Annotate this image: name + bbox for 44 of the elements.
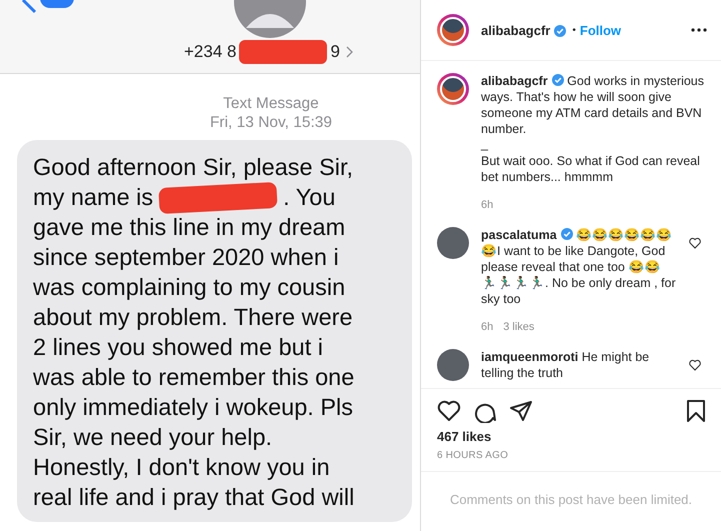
username-link[interactable]: alibabagcfr [481, 22, 550, 38]
message-text: Sir, we need your help. [33, 423, 272, 452]
commenter-avatar[interactable] [437, 227, 469, 259]
comment-text: pascalatuma 😂😂😂😂😂😂😂I want to be like Dangote, God please reveal that one too 😂😂 🏃🏾‍♂🏃🏾‍♂🏃🏾‍♂🏃🏾‍♂. No be only dream , for sky too [481, 227, 677, 307]
share-icon[interactable] [509, 399, 533, 423]
heart-icon[interactable] [437, 399, 461, 423]
message-timestamp: Fri, 13 Nov, 15:39 [210, 113, 332, 132]
message-text: since september 2020 when i [33, 243, 339, 272]
heart-icon[interactable] [689, 359, 701, 371]
chevron-right-icon [346, 46, 354, 58]
message-text: 2 lines you showed me but i [33, 333, 323, 362]
message-text: real life and i pray that God will [33, 483, 354, 512]
back-chevron-icon [22, 0, 36, 14]
more-options-icon[interactable] [691, 28, 707, 32]
bookmark-icon[interactable] [685, 399, 707, 423]
message-text: Good afternoon Sir, please Sir, [33, 153, 354, 182]
message-text: about my problem. There were [33, 303, 353, 332]
message-text: was complaining to my cousin [33, 273, 346, 302]
caption-text: But wait ooo. So what if God can reveal bet numbers... hmmmm [481, 153, 701, 185]
profile-avatar[interactable] [437, 14, 469, 46]
message-text: gave me this line in my dream [33, 213, 346, 242]
username-link[interactable]: pascalatuma [481, 228, 557, 242]
separator-dot: • [572, 24, 576, 36]
message-text: was able to remember this one [33, 363, 354, 392]
contact-number[interactable]: +234 8 [184, 42, 236, 62]
comments-limited-notice: Comments on this post have been limited. [421, 471, 721, 531]
message-text: only immediately i wokeup. Pls [33, 393, 353, 422]
message-text: . You [283, 183, 336, 212]
username-link[interactable]: iamqueenmoroti [481, 350, 578, 364]
caption-separator: _ [481, 139, 488, 149]
contact-number[interactable]: 9 [330, 42, 340, 62]
commenter-avatar[interactable] [437, 349, 469, 381]
heart-icon[interactable] [689, 237, 701, 249]
message-text: my name is [33, 183, 154, 212]
message-text: Honestly, I don't know you in [33, 453, 330, 482]
post-time: 6 HOURS AGO [436, 449, 510, 463]
timestamp: 6h [481, 198, 494, 213]
caption-text: alibabagcfr God works in mysterious ways. That's how he will soon give someone my ATM card details and BVN number. [481, 73, 706, 137]
likes-count[interactable]: 467 likes [421, 427, 721, 446]
timestamp: 6h [481, 320, 494, 335]
comment-text: iamqueenmoroti He might be telling the truth [481, 349, 650, 381]
username-link[interactable]: alibabagcfr [481, 74, 548, 88]
profile-avatar[interactable] [437, 73, 469, 105]
message-type-label: Text Message [223, 94, 319, 113]
